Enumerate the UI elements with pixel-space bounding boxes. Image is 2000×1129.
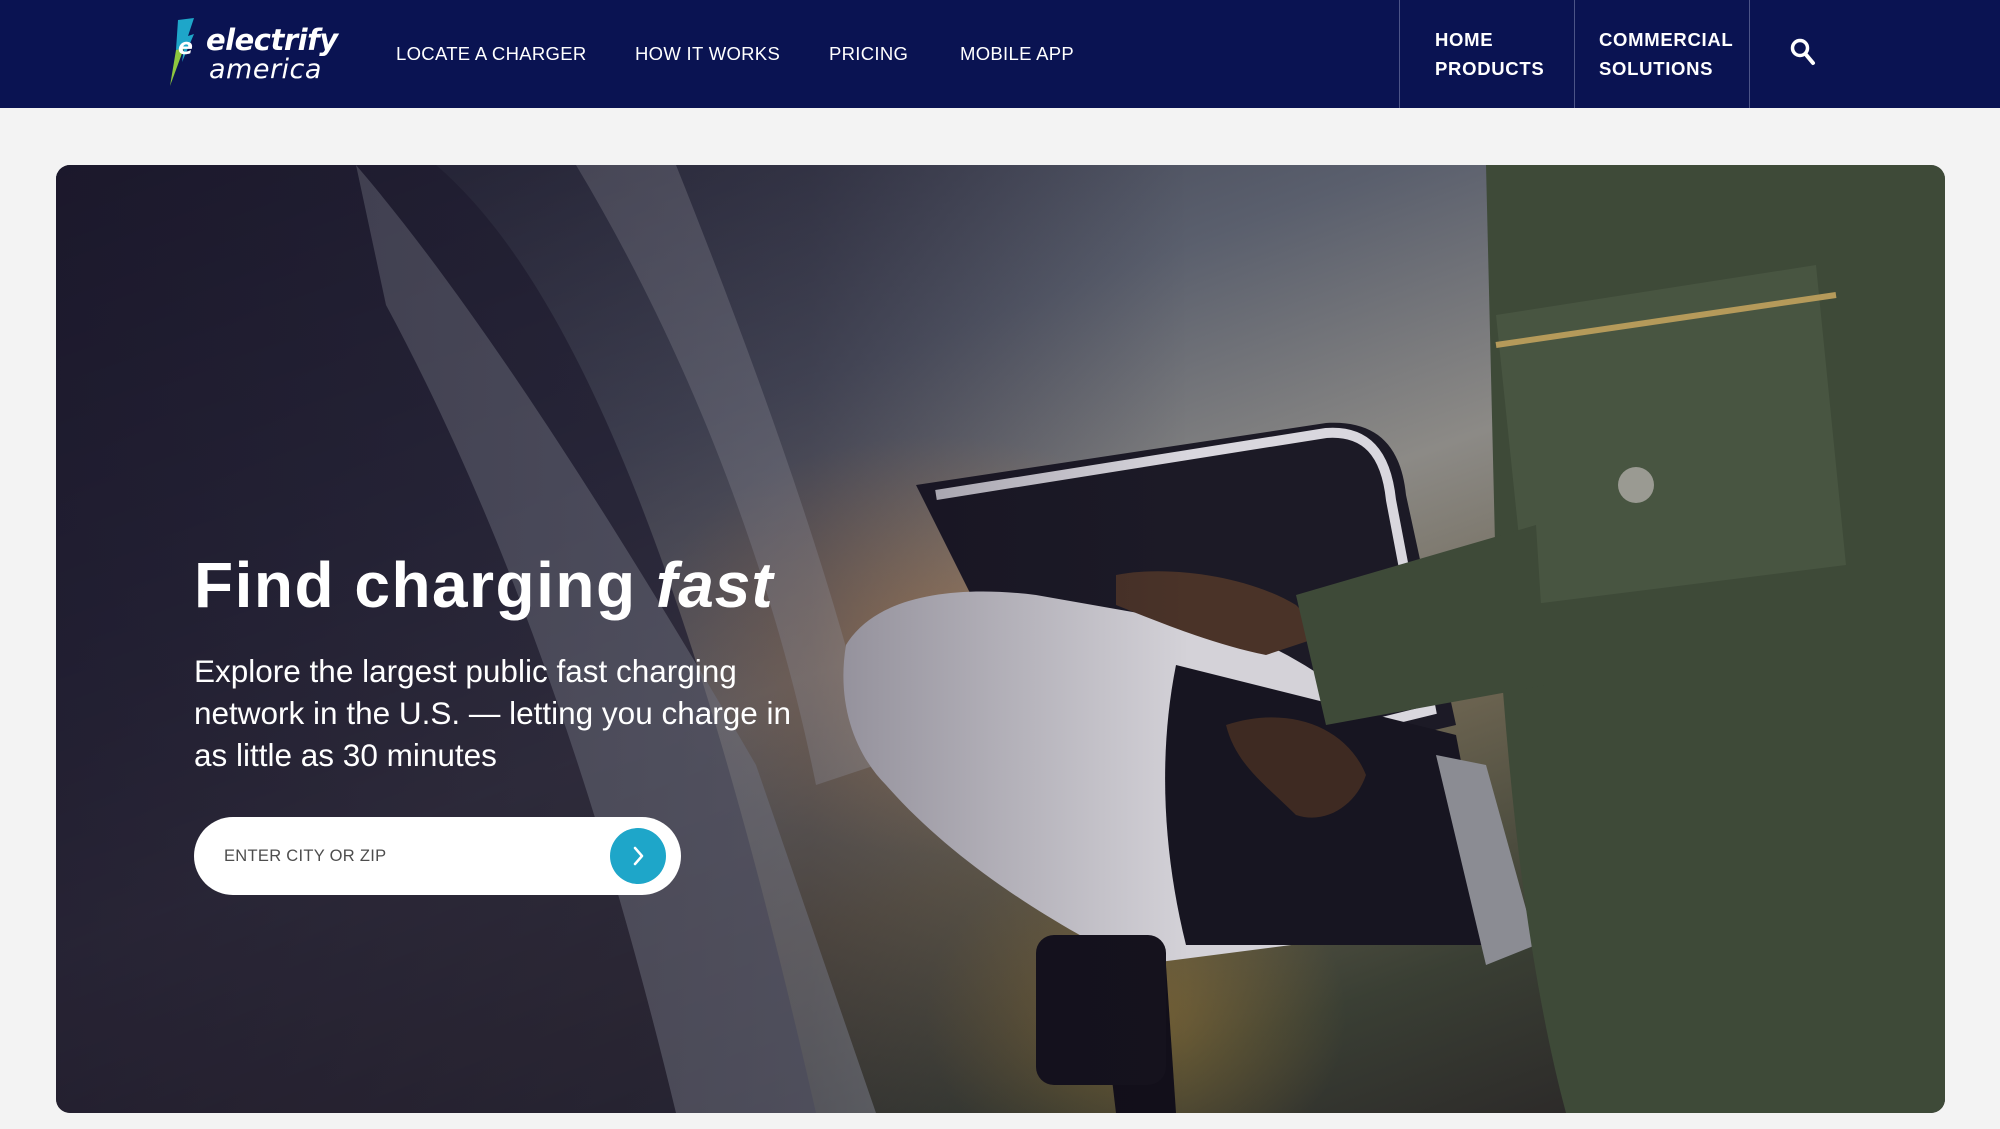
nav-home-products[interactable]: HOME PRODUCTS <box>1399 0 1574 108</box>
hero-overlay <box>56 165 1945 1113</box>
search-icon <box>1790 38 1815 65</box>
header-search-button[interactable] <box>1749 0 1859 108</box>
hero-title-emphasis: fast <box>655 549 774 621</box>
site-header: e electrify america LOCATE A CHARGER HOW… <box>0 0 2000 108</box>
search-submit-button[interactable] <box>610 828 666 884</box>
hero-subtitle: Explore the largest public fast charging… <box>194 653 792 773</box>
nav-pricing[interactable]: PRICING <box>829 0 908 108</box>
hero-title-text: Find charging <box>194 549 656 621</box>
electrify-america-logo[interactable]: e electrify america <box>164 16 339 90</box>
nav-commercial-line2: SOLUTIONS <box>1599 58 1714 79</box>
nav-commercial-solutions[interactable]: COMMERCIAL SOLUTIONS <box>1574 0 1749 108</box>
nav-locate-a-charger[interactable]: LOCATE A CHARGER <box>396 0 587 108</box>
nav-how-it-works[interactable]: HOW IT WORKS <box>635 0 780 108</box>
nav-mobile-app[interactable]: MOBILE APP <box>960 0 1074 108</box>
logo-wordmark-electrify: electrify <box>206 23 338 57</box>
nav-commercial-line1: COMMERCIAL <box>1599 29 1734 50</box>
hero-title: Find charging fast <box>194 547 774 624</box>
logo-wordmark-america: america <box>209 54 322 85</box>
city-zip-input[interactable] <box>224 837 594 875</box>
svg-text:e: e <box>178 35 193 60</box>
location-search-form <box>194 817 681 895</box>
logo-bolt-icon: e <box>170 18 194 86</box>
nav-home-products-line2: PRODUCTS <box>1435 58 1545 79</box>
hero-banner: Find charging fast Explore the largest p… <box>56 165 1945 1113</box>
nav-home-products-line1: HOME <box>1435 29 1494 50</box>
chevron-right-icon <box>633 846 644 866</box>
